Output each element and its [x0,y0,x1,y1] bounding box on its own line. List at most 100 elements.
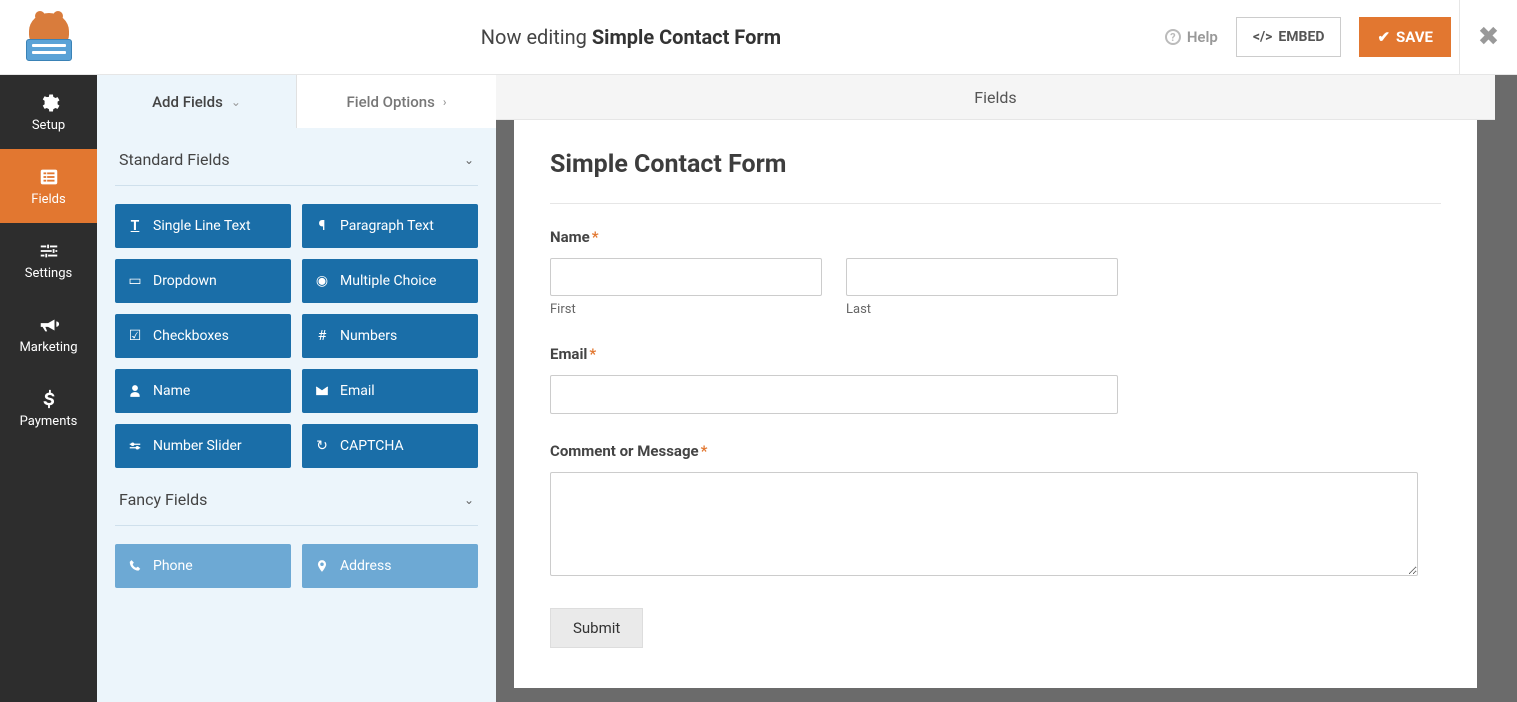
embed-button[interactable]: </> EMBED [1236,17,1342,57]
field-label: Email* [550,345,1441,363]
top-actions: ? Help </> EMBED ✔ SAVE [1165,17,1459,57]
email-input[interactable] [550,375,1118,414]
field-label: Comment or Message* [550,442,1441,460]
field-multiple-choice[interactable]: ◉Multiple Choice [302,259,478,303]
close-button[interactable]: ✖ [1459,0,1517,75]
label-text: Name [550,228,590,246]
standard-fields-grid: T Single Line Text ¶Paragraph Text ▭ Dropd… [115,186,478,468]
code-icon: </> [1253,29,1273,45]
section-fancy-fields[interactable]: Fancy Fields ⌄ [115,468,478,526]
section-standard-fields[interactable]: Standard Fields ⌄ [115,128,478,186]
canvas-scroll[interactable]: Simple Contact Form Name* First Last [496,120,1495,702]
required-marker: * [592,228,599,246]
field-name[interactable]: Name [115,369,291,413]
form-canvas: Simple Contact Form Name* First Last [514,120,1477,688]
close-icon: ✖ [1478,22,1500,52]
nav-marketing[interactable]: Marketing [0,297,97,371]
field-label: Single Line Text [153,218,251,234]
field-label: Address [340,558,391,574]
nav-label: Marketing [19,340,77,355]
field-label: Checkboxes [153,328,229,344]
top-bar: Now editing Simple Contact Form ? Help <… [0,0,1517,75]
section-title: Fancy Fields [119,490,207,509]
nav-fields[interactable]: Fields [0,149,97,223]
tab-field-options[interactable]: Field Options › [296,75,496,128]
label-text: Email [550,345,587,363]
main-area: Setup Fields Settings Marketing Payments… [0,75,1517,702]
fancy-fields-grid: Phone Address [115,526,478,588]
field-checkboxes[interactable]: ☑ Checkboxes [115,314,291,358]
dropdown-icon: ▭ [127,273,143,289]
field-label: Name* [550,228,1441,246]
bullhorn-icon [38,314,60,336]
first-name-input[interactable] [550,258,822,296]
label-text: Comment or Message [550,442,699,460]
chevron-right-icon: › [443,95,447,109]
field-label: Email [340,383,375,399]
help-link[interactable]: ? Help [1165,28,1218,46]
hash-icon: # [314,328,330,344]
field-row-name[interactable]: Name* First Last [550,228,1441,317]
required-marker: * [589,345,596,363]
last-name-input[interactable] [846,258,1118,296]
field-row-email[interactable]: Email* [550,345,1441,414]
panel-tabs: Add Fields ⌄ Field Options › [97,75,496,128]
list-icon [38,166,60,188]
check-icon: ✔ [1377,28,1390,46]
field-label: Number Slider [153,438,242,454]
canvas-header-label: Fields [974,88,1016,107]
panel-body: Standard Fields ⌄ T Single Line Text ¶Par… [97,128,496,702]
user-icon [127,384,143,398]
field-label: Phone [153,558,193,574]
embed-label: EMBED [1278,29,1324,45]
tab-label: Add Fields [152,93,223,111]
field-single-line-text[interactable]: T Single Line Text [115,204,291,248]
first-sublabel: First [550,302,822,317]
chevron-down-icon: ⌄ [464,493,474,507]
field-dropdown[interactable]: ▭ Dropdown [115,259,291,303]
field-label: Numbers [340,328,397,344]
field-numbers[interactable]: # Numbers [302,314,478,358]
right-gutter [1495,75,1517,702]
tab-label: Field Options [347,93,435,111]
editing-title: Now editing Simple Contact Form [97,25,1165,49]
field-paragraph-text[interactable]: ¶Paragraph Text [302,204,478,248]
recaptcha-icon: ↻ [314,438,330,454]
editing-prefix: Now editing [481,25,592,49]
envelope-icon [314,384,330,398]
tab-add-fields[interactable]: Add Fields ⌄ [97,75,296,128]
nav-label: Fields [31,192,65,207]
field-captcha[interactable]: ↻ CAPTCHA [302,424,478,468]
chevron-down-icon: ⌄ [231,95,241,109]
submit-label: Submit [573,619,620,637]
nav-label: Setup [32,118,65,133]
field-address[interactable]: Address [302,544,478,588]
field-label: CAPTCHA [340,438,404,454]
form-title[interactable]: Simple Contact Form [550,150,1441,204]
field-email[interactable]: Email [302,369,478,413]
field-row-message[interactable]: Comment or Message* [550,442,1441,580]
nav-settings[interactable]: Settings [0,223,97,297]
pin-icon [314,559,330,573]
field-phone[interactable]: Phone [115,544,291,588]
submit-button[interactable]: Submit [550,608,643,648]
field-label: Multiple Choice [340,273,436,289]
wpforms-logo-icon [21,13,77,61]
sidebar-nav: Setup Fields Settings Marketing Payments [0,75,97,702]
text-icon: T [127,218,143,234]
check-icon: ☑ [127,328,143,344]
required-marker: * [701,442,708,460]
help-icon: ? [1165,29,1181,45]
phone-icon [127,559,143,573]
chevron-down-icon: ⌄ [464,153,474,167]
field-number-slider[interactable]: Number Slider [115,424,291,468]
nav-payments[interactable]: Payments [0,371,97,445]
nav-setup[interactable]: Setup [0,75,97,149]
gear-icon [38,92,60,114]
field-label: Dropdown [153,273,217,289]
canvas-wrap: Fields Simple Contact Form Name* First [496,75,1495,702]
save-button[interactable]: ✔ SAVE [1359,17,1451,57]
message-textarea[interactable] [550,472,1418,576]
logo [0,13,97,61]
field-label: Paragraph Text [340,218,434,234]
